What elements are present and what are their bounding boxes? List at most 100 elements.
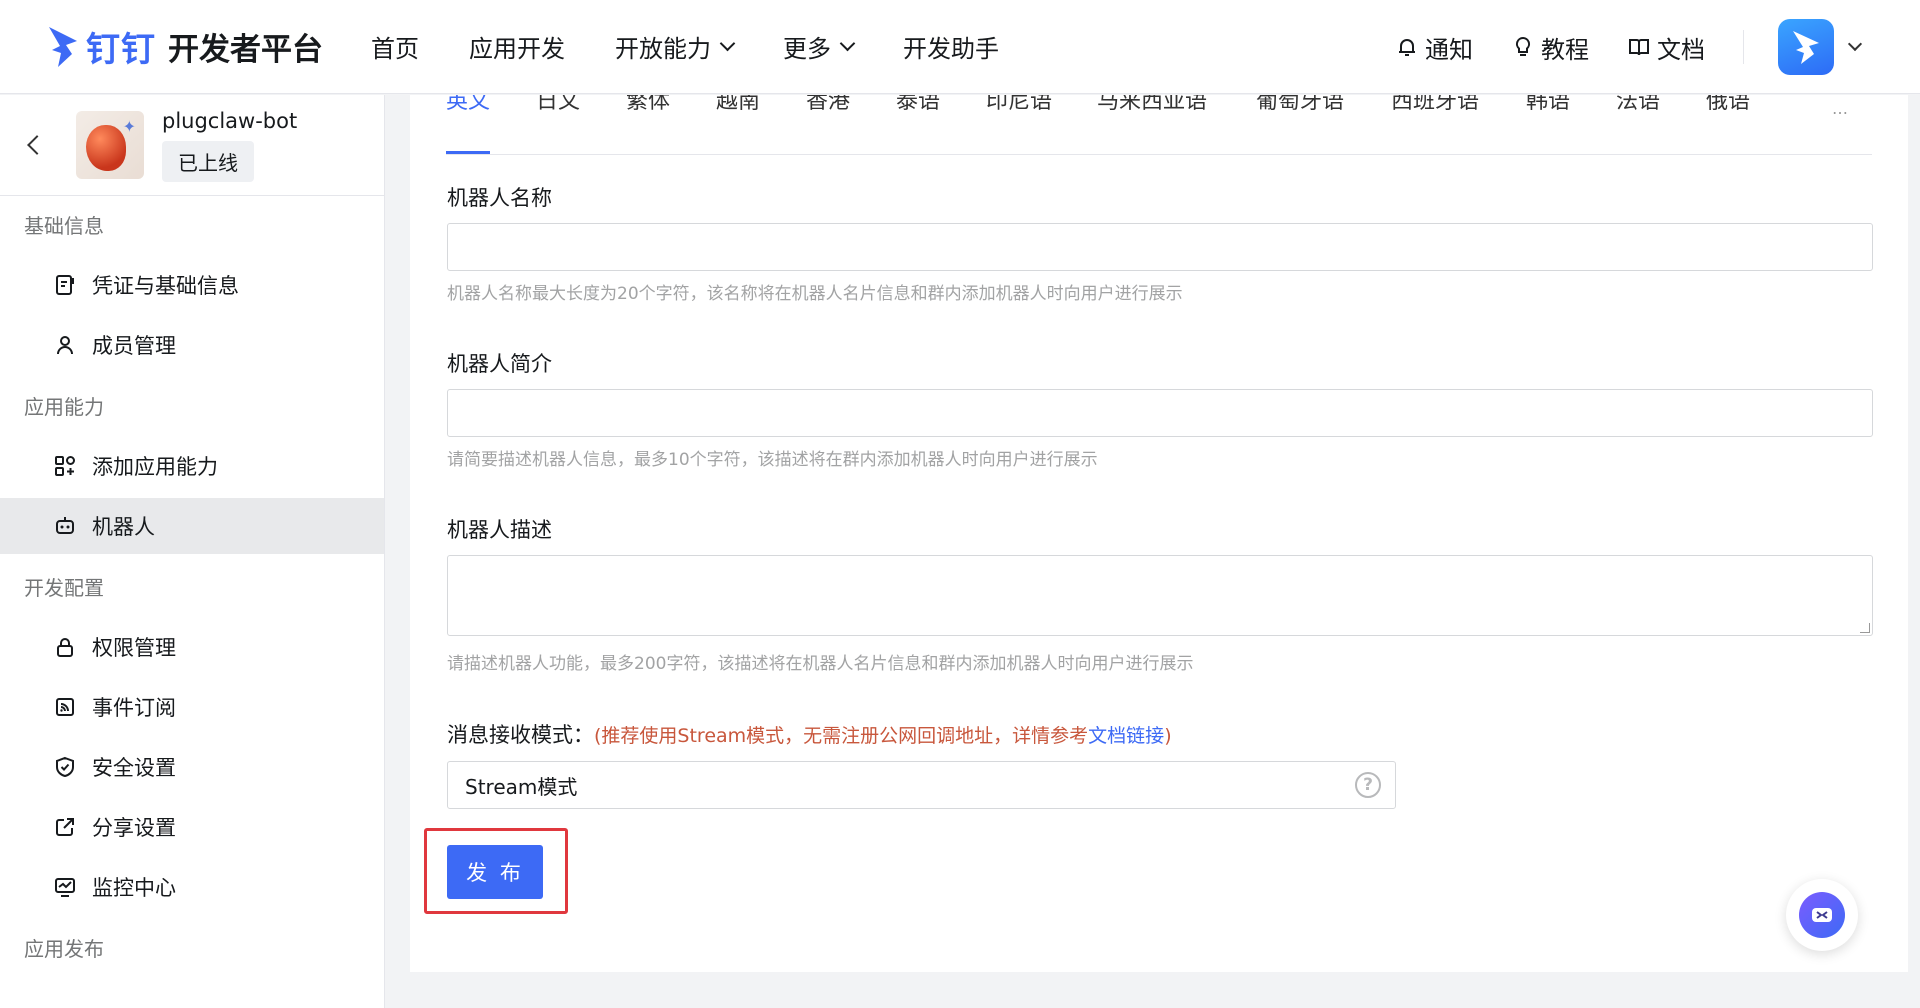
sidebar-item-label: 机器人 [92, 515, 155, 539]
tab-french[interactable]: 法语 [1616, 95, 1660, 115]
top-nav: 首页 应用开发 开放能力 更多 开发助手 [371, 29, 1049, 64]
docs-label: 文档 [1657, 35, 1705, 64]
nav-dev-assistant[interactable]: 开发助手 [903, 29, 999, 64]
assistant-icon [1799, 892, 1845, 938]
message-mode-note: (推荐使用Stream模式，无需注册公网回调地址，详情参考文档链接) [594, 725, 1172, 747]
app-name: plugclaw-bot [162, 108, 298, 133]
chevron-down-icon[interactable] [1847, 36, 1863, 52]
tab-portuguese[interactable]: 葡萄牙语 [1256, 95, 1344, 115]
tutorial-link[interactable]: 教程 [1511, 30, 1589, 65]
sidebar-item-label: 凭证与基础信息 [92, 274, 239, 298]
robot-intro-input[interactable] [447, 389, 1873, 437]
sidebar-item-monitor[interactable]: 监控中心 [0, 859, 384, 915]
dingtalk-logo-icon [49, 26, 77, 67]
sidebar-item-label: 事件订阅 [92, 696, 176, 720]
tutorial-label: 教程 [1541, 35, 1589, 64]
robot-desc-textarea[interactable] [447, 555, 1873, 636]
section-app-capability: 应用能力 [24, 395, 104, 419]
doc-link[interactable]: 文档链接 [1088, 725, 1164, 747]
tab-malay[interactable]: 马来西亚语 [1097, 95, 1207, 115]
tab-english[interactable]: 英文 [446, 95, 490, 115]
sidebar-item-credentials[interactable]: 凭证与基础信息 [0, 257, 384, 313]
tab-thai[interactable]: 泰语 [896, 95, 940, 115]
tab-vietnamese[interactable]: 越南 [716, 95, 760, 115]
app-status-badge: 已上线 [162, 140, 254, 182]
more-dots-icon: … [1832, 99, 1850, 118]
message-mode-title: 消息接收模式： [447, 723, 594, 747]
lock-icon [57, 638, 73, 657]
sidebar-item-label: 安全设置 [92, 756, 176, 780]
notify-label: 通知 [1425, 35, 1473, 64]
docs-link[interactable]: 文档 [1627, 30, 1705, 65]
sidebar-item-permissions[interactable]: 权限管理 [0, 619, 384, 675]
nav-home-label: 首页 [371, 35, 419, 63]
robot-desc-label: 机器人描述 [447, 518, 552, 542]
robot-icon [56, 517, 74, 534]
nav-more[interactable]: 更多 [783, 29, 856, 64]
sidebar-item-robot[interactable]: 机器人 [0, 498, 384, 554]
tab-korean[interactable]: 韩语 [1526, 95, 1570, 115]
notify-link[interactable]: 通知 [1395, 30, 1473, 65]
nav-open-capability-label: 开放能力 [615, 35, 711, 63]
chevron-down-icon [719, 35, 736, 52]
publish-button[interactable]: 发 布 [447, 845, 543, 899]
robot-intro-hint: 请简要描述机器人信息，最多10个字符，该描述将在群内添加机器人时向用户进行展示 [447, 450, 1098, 470]
bell-icon [1399, 39, 1415, 56]
tab-russian[interactable]: 俄语 [1706, 95, 1750, 115]
tab-spanish[interactable]: 西班牙语 [1391, 95, 1479, 115]
note-close-paren: ) [1164, 725, 1172, 747]
logo-dd: 钉钉 [86, 30, 156, 70]
robot-name-input[interactable] [447, 223, 1873, 271]
section-app-publish: 应用发布 [24, 937, 104, 961]
monitor-icon [55, 878, 75, 897]
sidebar-item-events[interactable]: 事件订阅 [0, 679, 384, 735]
active-tab-indicator [446, 151, 490, 154]
sidebar-item-label: 成员管理 [92, 334, 176, 358]
tab-indonesian[interactable]: 印尼语 [986, 95, 1052, 115]
sidebar-item-label: 监控中心 [92, 876, 176, 900]
header-divider [1743, 30, 1744, 64]
tabs-more-button[interactable]: … [1802, 95, 1872, 153]
tab-hongkong[interactable]: 香港 [806, 95, 850, 115]
message-mode-label: 消息接收模式：(推荐使用Stream模式，无需注册公网回调地址，详情参考文档链接… [447, 719, 1172, 749]
language-tabs: 英文 日文 繁体 越南 香港 泰语 印尼语 马来西亚语 葡萄牙语 西班牙语 韩语… [446, 95, 1872, 155]
nav-dev-assistant-label: 开发助手 [903, 35, 999, 63]
user-avatar[interactable] [1778, 19, 1834, 75]
resize-grip-icon[interactable] [1860, 623, 1870, 633]
sidebar-item-members[interactable]: 成员管理 [0, 317, 384, 373]
sidebar-item-add-capability[interactable]: 添加应用能力 [0, 438, 384, 494]
tab-traditional[interactable]: 繁体 [626, 95, 670, 115]
nav-app-dev[interactable]: 应用开发 [469, 29, 565, 64]
message-mode-field[interactable]: Stream模式 ? [447, 761, 1396, 809]
sidebar-item-label: 权限管理 [92, 636, 176, 660]
sidebar: ✦ plugclaw-bot 已上线 基础信息 凭证与基础信息 成员管理 应用能… [0, 95, 385, 1008]
message-mode-value: Stream模式 [465, 774, 578, 799]
member-icon [57, 336, 73, 355]
note-text: 推荐使用Stream模式，无需注册公网回调地址，详情参考 [601, 725, 1089, 747]
chevron-down-icon [839, 35, 856, 52]
back-arrow-icon[interactable] [27, 135, 47, 155]
robot-intro-label: 机器人简介 [447, 352, 552, 376]
lightbulb-icon [1515, 36, 1531, 56]
section-basic-info: 基础信息 [24, 214, 104, 238]
app-logo: ✦ [76, 111, 144, 179]
book-icon [1629, 39, 1649, 56]
app-meta: plugclaw-bot 已上线 [162, 109, 297, 182]
dingtalk-logo[interactable]: 钉钉 开发者平台 [46, 22, 323, 71]
share-icon [56, 818, 74, 836]
header-right: 通知 教程 文档 [1395, 0, 1920, 94]
nav-more-label: 更多 [783, 35, 831, 63]
lobster-claw-icon [86, 125, 126, 171]
robot-desc-hint: 请描述机器人功能，最多200字符，该描述将在机器人名片信息和群内添加机器人时向用… [447, 654, 1194, 674]
sparkle-icon: ✦ [122, 117, 136, 136]
assistant-float-button[interactable] [1786, 879, 1858, 951]
nav-open-capability[interactable]: 开放能力 [615, 29, 736, 64]
nav-home[interactable]: 首页 [371, 29, 419, 64]
credential-icon [56, 275, 74, 295]
sidebar-item-security[interactable]: 安全设置 [0, 739, 384, 795]
help-circle-icon[interactable]: ? [1355, 772, 1381, 798]
nav-app-dev-label: 应用开发 [469, 35, 565, 63]
robot-name-label: 机器人名称 [447, 186, 552, 210]
sidebar-item-share[interactable]: 分享设置 [0, 799, 384, 855]
tab-japanese[interactable]: 日文 [536, 95, 580, 115]
